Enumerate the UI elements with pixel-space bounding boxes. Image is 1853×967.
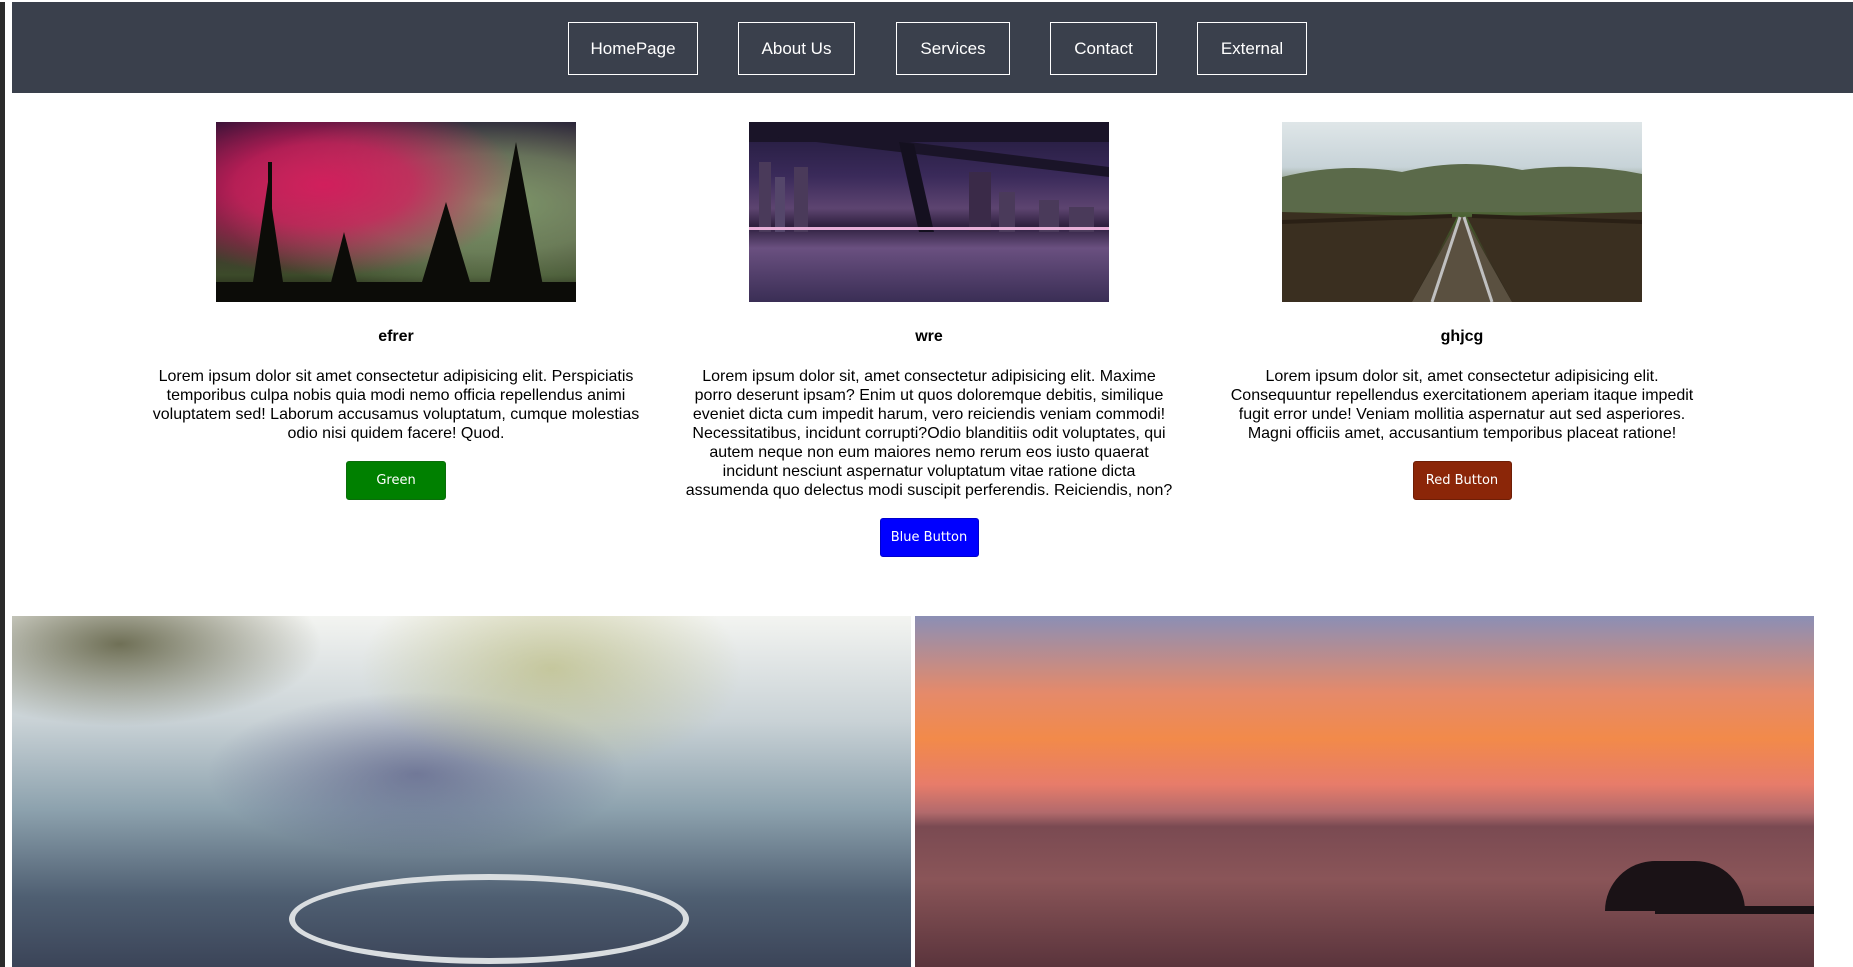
ocean-sunset-image	[915, 616, 1814, 967]
nav-external-link[interactable]: External	[1197, 22, 1307, 75]
steaming-cup-image	[12, 616, 911, 967]
nav-contact-link[interactable]: Contact	[1050, 22, 1157, 75]
railway-tracks	[1282, 163, 1642, 302]
card-description: Lorem ipsum dolor sit amet consectetur a…	[152, 368, 640, 442]
card-description: Lorem ipsum dolor sit, amet consectetur …	[685, 368, 1173, 499]
railway-bridge-image	[1282, 122, 1642, 302]
card-efrer: efrer Lorem ipsum dolor sit amet consect…	[136, 122, 656, 526]
green-button[interactable]: Green Button	[346, 461, 446, 525]
nav-homepage-link[interactable]: HomePage	[568, 22, 698, 75]
card-description: Lorem ipsum dolor sit, amet consectetur …	[1230, 368, 1694, 442]
cup-rim-shape	[289, 874, 689, 964]
island-silhouette	[1605, 861, 1745, 911]
top-navbar: HomePage About Us Services Contact Exter…	[12, 2, 1853, 93]
card-wre: wre Lorem ipsum dolor sit, amet consecte…	[669, 122, 1189, 557]
red-button[interactable]: Red Button	[1412, 461, 1512, 500]
nav-services-link[interactable]: Services	[896, 22, 1010, 75]
bridge-silhouette	[749, 122, 1109, 232]
card-title: efrer	[378, 328, 414, 345]
window-left-border	[0, 0, 5, 967]
nav-about-us-link[interactable]: About Us	[738, 22, 855, 75]
blue-button[interactable]: Blue Button	[879, 518, 979, 557]
card-title: wre	[915, 328, 943, 345]
city-bridge-night-image	[749, 122, 1109, 302]
card-title: ghjcg	[1440, 328, 1484, 345]
aurora-forest-image	[216, 122, 576, 302]
card-ghjcg: ghjcg Lorem ipsum dolor sit, amet consec…	[1202, 122, 1722, 500]
